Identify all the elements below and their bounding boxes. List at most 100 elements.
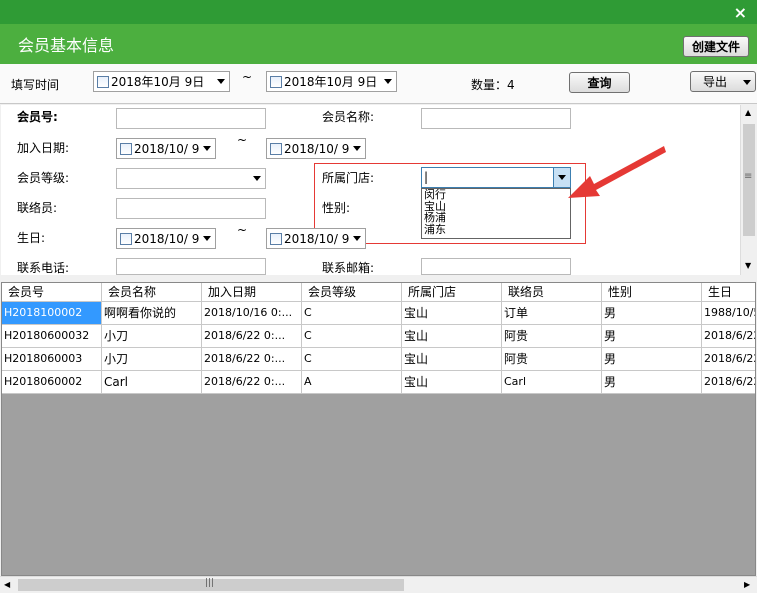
column-header[interactable]: 会员名称 bbox=[102, 283, 202, 301]
table-horizontal-scrollbar[interactable]: ◀ ||| ▶ bbox=[0, 576, 757, 593]
member-level-select[interactable] bbox=[116, 168, 266, 189]
table-cell[interactable]: Carl bbox=[502, 371, 602, 394]
table-cell[interactable]: 阿贵 bbox=[502, 325, 602, 348]
birthday-from-picker[interactable]: 2018/10/ 9 bbox=[116, 228, 216, 249]
table-cell[interactable]: Carl bbox=[102, 371, 202, 394]
scroll-down-icon[interactable]: ▼ bbox=[745, 261, 751, 270]
table-cell[interactable]: C bbox=[302, 348, 402, 371]
form-scrollbar[interactable]: ▲ ≡ ▼ bbox=[740, 105, 756, 275]
table-cell[interactable]: 阿贵 bbox=[502, 348, 602, 371]
table-cell[interactable]: 2018/6/22 0:... bbox=[202, 348, 302, 371]
gender-label: 性别: bbox=[322, 201, 351, 215]
create-file-button[interactable]: 创建文件 bbox=[683, 36, 749, 57]
join-date-from-checkbox[interactable] bbox=[120, 142, 132, 155]
store-select-value: | bbox=[424, 170, 429, 184]
chevron-down-icon[interactable] bbox=[217, 79, 225, 84]
contact-label: 联络员: bbox=[17, 201, 58, 215]
table-cell[interactable]: 宝山 bbox=[402, 302, 502, 325]
birthday-to-checkbox[interactable] bbox=[270, 232, 282, 245]
date-to-picker[interactable]: 2018年10月 9日 bbox=[266, 71, 397, 92]
phone-input[interactable] bbox=[116, 258, 266, 275]
date-to-checkbox[interactable] bbox=[270, 75, 282, 88]
chevron-down-icon[interactable] bbox=[353, 146, 361, 151]
table-cell[interactable]: 宝山 bbox=[402, 371, 502, 394]
column-header[interactable]: 所属门店 bbox=[402, 283, 502, 301]
column-header[interactable]: 会员等级 bbox=[302, 283, 402, 301]
phone-label: 联系电话: bbox=[17, 261, 70, 275]
birthday-tilde: ~ bbox=[237, 223, 248, 237]
table-cell[interactable]: 小刀 bbox=[102, 325, 202, 348]
query-button[interactable]: 查询 bbox=[569, 72, 630, 93]
table-cell[interactable]: C bbox=[302, 302, 402, 325]
contact-input[interactable] bbox=[116, 198, 266, 219]
title-strip bbox=[0, 0, 757, 24]
table-cell[interactable]: H20180600032 bbox=[2, 325, 102, 348]
table-cell[interactable]: 男 bbox=[602, 302, 702, 325]
table-cell[interactable]: 男 bbox=[602, 325, 702, 348]
chevron-down-icon[interactable] bbox=[203, 236, 211, 241]
table-cell[interactable]: 男 bbox=[602, 348, 702, 371]
birthday-from-value: 2018/10/ 9 bbox=[134, 231, 200, 246]
table-cell[interactable]: 小刀 bbox=[102, 348, 202, 371]
fill-time-label: 填写时间 bbox=[11, 78, 60, 92]
join-date-label: 加入日期: bbox=[17, 141, 70, 155]
date-range-tilde: ~ bbox=[242, 70, 253, 84]
close-icon[interactable]: × bbox=[734, 3, 747, 22]
table-cell[interactable]: 宝山 bbox=[402, 325, 502, 348]
table-cell[interactable]: 1988/10/5 bbox=[702, 302, 755, 325]
store-dropdown-list: 闵行 宝山 杨浦 浦东 bbox=[421, 188, 571, 239]
table-cell[interactable]: 男 bbox=[602, 371, 702, 394]
table-cell[interactable]: 2018/6/22 bbox=[702, 371, 755, 394]
column-header[interactable]: 联络员 bbox=[502, 283, 602, 301]
store-label: 所属门店: bbox=[322, 171, 375, 185]
table-cell[interactable]: H2018060002 bbox=[2, 371, 102, 394]
table-cell[interactable]: H2018100002 bbox=[2, 302, 102, 325]
column-header[interactable]: 加入日期 bbox=[202, 283, 302, 301]
join-date-to-picker[interactable]: 2018/10/ 9 bbox=[266, 138, 366, 159]
table-cell[interactable]: H2018060003 bbox=[2, 348, 102, 371]
column-header[interactable]: 会员号 bbox=[2, 283, 102, 301]
store-option[interactable]: 闵行 bbox=[424, 189, 570, 201]
member-name-input[interactable] bbox=[421, 108, 571, 129]
birthday-to-picker[interactable]: 2018/10/ 9 bbox=[266, 228, 366, 249]
member-no-input[interactable] bbox=[116, 108, 266, 129]
table-cell[interactable]: 2018/6/22 0:... bbox=[202, 325, 302, 348]
date-from-checkbox[interactable] bbox=[97, 75, 109, 88]
table-row[interactable]: H20180600032 小刀 2018/6/22 0:... C 宝山 阿贵 … bbox=[2, 325, 755, 348]
table-cell[interactable]: C bbox=[302, 325, 402, 348]
table-cell[interactable]: 2018/10/16 0:... bbox=[202, 302, 302, 325]
table-row[interactable]: H2018060002 Carl 2018/6/22 0:... A 宝山 Ca… bbox=[2, 371, 755, 394]
column-header[interactable]: 生日 bbox=[702, 283, 755, 301]
chevron-down-icon[interactable] bbox=[743, 80, 751, 85]
column-header[interactable]: 性别 bbox=[602, 283, 702, 301]
scroll-grip-icon: ≡ bbox=[744, 171, 753, 182]
annotation-arrow-icon bbox=[568, 146, 666, 198]
member-no-label: 会员号: bbox=[17, 110, 58, 124]
table-cell[interactable]: 2018/6/22 0:... bbox=[202, 371, 302, 394]
scroll-up-icon[interactable]: ▲ bbox=[745, 108, 751, 117]
table-cell[interactable]: A bbox=[302, 371, 402, 394]
store-select[interactable]: | bbox=[421, 167, 571, 188]
scroll-left-icon[interactable]: ◀ bbox=[4, 580, 10, 589]
table-cell[interactable]: 啊啊看你说的 bbox=[102, 302, 202, 325]
email-input[interactable] bbox=[421, 258, 571, 275]
chevron-down-icon[interactable] bbox=[384, 79, 392, 84]
store-option[interactable]: 杨浦 bbox=[424, 212, 570, 224]
chevron-down-icon[interactable] bbox=[353, 236, 361, 241]
chevron-down-icon[interactable] bbox=[203, 146, 211, 151]
table-cell[interactable]: 宝山 bbox=[402, 348, 502, 371]
join-date-from-picker[interactable]: 2018/10/ 9 bbox=[116, 138, 216, 159]
table-cell[interactable]: 订单 bbox=[502, 302, 602, 325]
join-date-to-checkbox[interactable] bbox=[270, 142, 282, 155]
scroll-right-icon[interactable]: ▶ bbox=[744, 580, 750, 589]
store-option[interactable]: 浦东 bbox=[424, 223, 570, 236]
birthday-label: 生日: bbox=[17, 231, 46, 245]
chevron-down-icon[interactable] bbox=[253, 176, 261, 181]
table-cell[interactable]: 2018/6/22 bbox=[702, 348, 755, 371]
export-button[interactable]: 导出 bbox=[690, 71, 756, 92]
birthday-from-checkbox[interactable] bbox=[120, 232, 132, 245]
date-from-picker[interactable]: 2018年10月 9日 bbox=[93, 71, 230, 92]
table-row[interactable]: H2018100002 啊啊看你说的 2018/10/16 0:... C 宝山… bbox=[2, 302, 755, 325]
table-row[interactable]: H2018060003 小刀 2018/6/22 0:... C 宝山 阿贵 男… bbox=[2, 348, 755, 371]
table-cell[interactable]: 2018/6/22 bbox=[702, 325, 755, 348]
